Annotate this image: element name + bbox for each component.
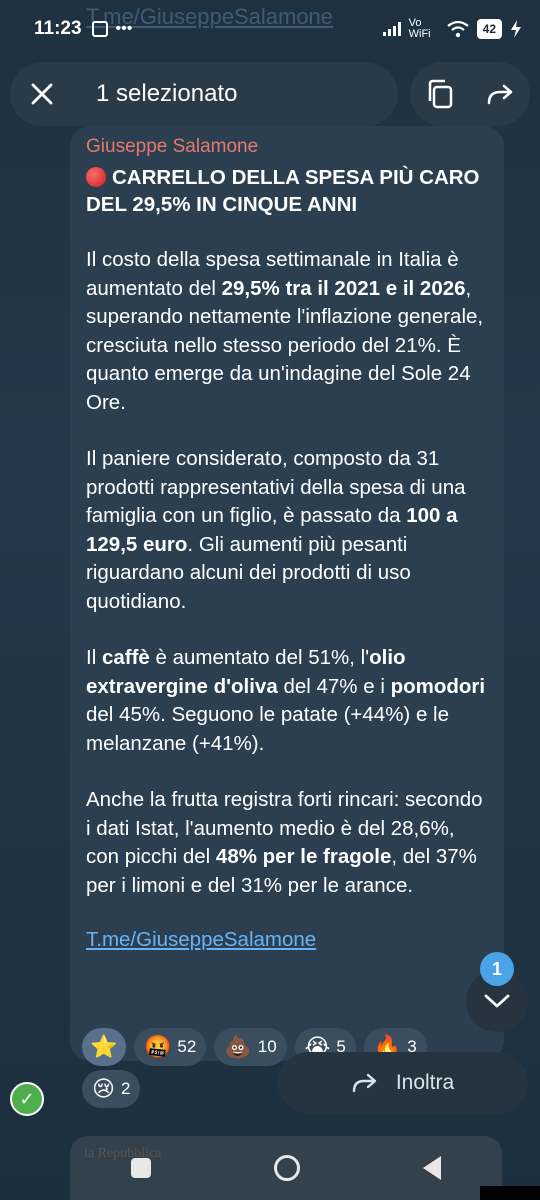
selection-count-title: 1 selezionato — [96, 80, 238, 107]
text-span: Il — [86, 646, 102, 669]
message-title-text: CARRELLO DELLA SPESA PIÙ CARO DEL 29,5% … — [86, 166, 480, 216]
reaction-angry[interactable]: 🤬 52 — [134, 1028, 207, 1066]
status-time: 11:23 — [34, 18, 82, 39]
corner-decoration — [480, 1186, 540, 1200]
close-icon — [31, 83, 53, 105]
message-paragraph-4: Anche la frutta registra forti rincari: … — [86, 786, 488, 900]
status-bar: 11:23 ••• Vo WiFi 42 — [0, 0, 540, 58]
system-nav-bar: la Repubblica — [70, 1136, 502, 1200]
forward-label: Inoltra — [395, 1071, 455, 1094]
selection-actions — [410, 62, 530, 126]
reaction-star[interactable]: ⭐ — [82, 1028, 126, 1066]
angry-face-icon: 🤬 — [144, 1034, 172, 1059]
message-paragraph-2: Il paniere considerato, composto da 31 p… — [86, 445, 488, 616]
bold-span: 29,5% tra il 2021 e il 2026 — [221, 276, 466, 300]
channel-link[interactable]: T.me/GiuseppeSalamone — [86, 928, 488, 952]
app-notification-icon — [91, 21, 108, 37]
reaction-sad[interactable]: 😢 2 — [82, 1070, 141, 1108]
bold-span: pomodori — [390, 674, 486, 698]
share-button[interactable] — [478, 72, 522, 116]
reaction-count: 2 — [120, 1079, 131, 1098]
back-button[interactable] — [422, 1156, 441, 1180]
battery-indicator: 42 — [476, 19, 502, 39]
signal-icon — [382, 22, 401, 36]
message-paragraph-3: Il caffè è aumentato del 51%, l'olio ext… — [86, 644, 488, 758]
text-span: del 45%. Seguono le patate (+44%) e le m… — [86, 703, 449, 755]
share-icon — [487, 84, 513, 105]
message-title: CARRELLO DELLA SPESA PIÙ CARO DEL 29,5% … — [86, 164, 488, 218]
close-selection-button[interactable] — [10, 62, 74, 126]
selected-check[interactable]: ✓ — [10, 1082, 44, 1116]
nav-background-text: la Repubblica — [84, 1146, 162, 1161]
bold-span: 48% per le fragole — [215, 845, 392, 868]
text-span: è aumentato del 51%, l' — [149, 646, 370, 669]
selection-bar: 1 selezionato — [10, 62, 398, 126]
charging-icon — [511, 20, 521, 38]
copy-button[interactable] — [418, 72, 462, 116]
network-label: Vo WiFi — [408, 17, 431, 40]
forward-icon — [352, 1073, 377, 1093]
unread-badge: 1 — [480, 952, 514, 986]
wifi-icon — [446, 20, 469, 38]
text-span: del 47% e i — [277, 674, 391, 698]
chevron-down-icon — [484, 994, 510, 1008]
notification-icons: ••• — [91, 20, 133, 38]
reaction-count: 10 — [257, 1037, 277, 1056]
reaction-poop[interactable]: 💩 10 — [214, 1028, 287, 1066]
copy-icon — [428, 79, 453, 109]
star-icon: ⭐ — [90, 1034, 118, 1059]
bold-span: caffè — [101, 646, 150, 669]
message-paragraph-1: Il costo della spesa settimanale in Ital… — [86, 246, 488, 417]
more-dots-icon: ••• — [115, 20, 133, 37]
sad-face-icon: 😢 — [92, 1076, 115, 1101]
reaction-count: 52 — [177, 1037, 197, 1056]
message-sender[interactable]: Giuseppe Salamone — [86, 136, 488, 158]
status-right: Vo WiFi 42 — [382, 17, 522, 40]
red-circle-icon — [86, 167, 106, 187]
home-button[interactable] — [273, 1155, 300, 1181]
message-bubble[interactable]: Giuseppe Salamone CARRELLO DELLA SPESA P… — [70, 126, 504, 1061]
poop-icon: 💩 — [224, 1034, 252, 1059]
forward-button[interactable]: Inoltra — [278, 1052, 528, 1114]
check-icon: ✓ — [19, 1088, 35, 1109]
